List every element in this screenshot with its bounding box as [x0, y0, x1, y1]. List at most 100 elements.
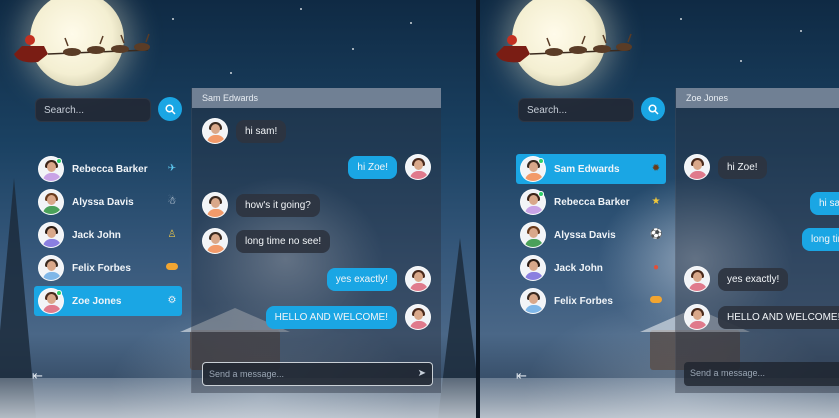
avatar: [405, 154, 431, 180]
message-bubble: HELLO AND WELCOME!: [718, 305, 839, 329]
message-row: how's it going?: [202, 192, 320, 218]
message-row: long time no see!: [202, 228, 331, 254]
contact-name: Alyssa Davis: [554, 229, 616, 241]
contact-name: Alyssa Davis: [72, 196, 134, 208]
avatar: [684, 266, 710, 292]
contact-name: Felix Forbes: [554, 295, 613, 307]
message-row: yes exactly!: [326, 266, 431, 292]
chat-panel: Sam Edwards hi sam! hi Zoe! how's it goi…: [191, 88, 441, 393]
message-row: HELLO AND WELCOME!: [265, 304, 431, 330]
avatar: [405, 266, 431, 292]
message-input-placeholder: Send a message...: [690, 368, 766, 378]
contact-alyssa-davis[interactable]: Alyssa Davis ☃: [34, 187, 182, 217]
contact-zoe-jones[interactable]: Zoe Jones ⚙: [34, 286, 182, 316]
contact-name: Rebecca Barker: [554, 196, 630, 208]
message-input-placeholder: Send a message...: [209, 369, 285, 379]
snowflake-decoration: [300, 8, 302, 10]
contact-felix-forbes[interactable]: Felix Forbes: [516, 286, 666, 316]
avatar: [202, 118, 228, 144]
message-row: HELLO AND WELCOME!: [684, 304, 839, 330]
chat-header: Zoe Jones: [676, 88, 839, 108]
message-row: hi Zoe!: [684, 154, 767, 180]
avatar: [202, 192, 228, 218]
settings-icon: ⚙: [167, 295, 177, 306]
left-chat-app: Search... Rebecca Barker ✈ Alyssa Davis …: [0, 0, 476, 418]
message-input[interactable]: Send a message... ➤: [202, 362, 433, 386]
santa-sleigh-icon: [496, 33, 632, 63]
contact-rebecca-barker[interactable]: Rebecca Barker ★: [516, 187, 666, 217]
pin-icon: ●: [652, 262, 660, 273]
search-input[interactable]: Search...: [35, 98, 151, 122]
message-bubble: hi sam!: [810, 192, 839, 215]
santa-sleigh-icon: [14, 33, 150, 63]
message-bubble: HELLO AND WELCOME!: [265, 305, 397, 329]
contact-name: Rebecca Barker: [72, 163, 148, 175]
message-row: hi Zoe!: [348, 154, 431, 180]
contact-jack-john[interactable]: Jack John ●: [516, 253, 666, 283]
snowflake-decoration: [410, 22, 412, 24]
search-button[interactable]: [641, 97, 665, 121]
contact-jack-john[interactable]: Jack John ♙: [34, 220, 182, 250]
contact-name: Zoe Jones: [72, 295, 122, 307]
message-bubble: long time no see!: [236, 229, 331, 253]
pill-icon: [650, 295, 662, 307]
avatar: [38, 222, 64, 248]
logout-icon[interactable]: ⇤: [32, 368, 43, 384]
contact-rebecca-barker[interactable]: Rebecca Barker ✈: [34, 154, 182, 184]
snowflake-decoration: [352, 48, 354, 50]
avatar: [405, 304, 431, 330]
message-row: hi sam!: [810, 192, 839, 215]
avatar: [38, 255, 64, 281]
avatar: [520, 222, 546, 248]
online-indicator: [538, 158, 544, 164]
message-row: hi sam!: [202, 118, 287, 144]
star-icon: ★: [651, 196, 661, 207]
gift-icon: ✹: [651, 163, 661, 174]
contact-alyssa-davis[interactable]: Alyssa Davis ⚽: [516, 220, 666, 250]
avatar: [684, 304, 710, 330]
contact-name: Felix Forbes: [72, 262, 131, 274]
logout-icon[interactable]: ⇤: [516, 368, 527, 384]
chat-panel: Zoe Jones hi Zoe! hi sam! long time no s…: [675, 88, 839, 393]
snowflake-decoration: [740, 60, 742, 62]
contact-name: Jack John: [72, 229, 121, 241]
message-bubble: yes exactly!: [326, 267, 397, 291]
search-icon: [647, 103, 659, 115]
pill-icon: [166, 262, 178, 274]
avatar: [684, 154, 710, 180]
snowman-icon: ☃: [167, 196, 177, 207]
avatar: [520, 255, 546, 281]
online-indicator: [538, 191, 544, 197]
search-icon: [164, 103, 176, 115]
snowflake-decoration: [680, 18, 682, 20]
snowflake-decoration: [172, 18, 174, 20]
avatar: [38, 189, 64, 215]
contact-sam-edwards[interactable]: Sam Edwards ✹: [516, 154, 666, 184]
ball-icon: ⚽: [650, 229, 663, 240]
avatar: [202, 228, 228, 254]
message-bubble: hi sam!: [236, 119, 287, 143]
contact-name: Jack John: [554, 262, 603, 274]
avatar: [520, 288, 546, 314]
snowflake-decoration: [230, 72, 232, 74]
bird-icon: ✈: [167, 163, 177, 174]
message-bubble: how's it going?: [236, 193, 320, 217]
message-bubble: yes exactly!: [718, 267, 789, 291]
message-row: yes exactly!: [684, 266, 789, 292]
search-input[interactable]: Search...: [518, 98, 634, 122]
online-indicator: [56, 290, 62, 296]
message-bubble: hi Zoe!: [348, 155, 397, 179]
person-icon: ♙: [167, 229, 177, 240]
message-row: long time no see!: [802, 228, 839, 251]
snowflake-decoration: [800, 30, 802, 32]
message-bubble: long time no see!: [802, 228, 839, 251]
chat-header: Sam Edwards: [192, 88, 441, 108]
contact-felix-forbes[interactable]: Felix Forbes: [34, 253, 182, 283]
right-chat-app: Search... Sam Edwards ✹ Rebecca Barker ★…: [480, 0, 839, 418]
send-icon[interactable]: ➤: [418, 368, 426, 379]
online-indicator: [56, 158, 62, 164]
search-button[interactable]: [158, 97, 182, 121]
contact-name: Sam Edwards: [554, 163, 620, 175]
message-input[interactable]: Send a message...: [684, 362, 839, 386]
message-bubble: hi Zoe!: [718, 155, 767, 179]
